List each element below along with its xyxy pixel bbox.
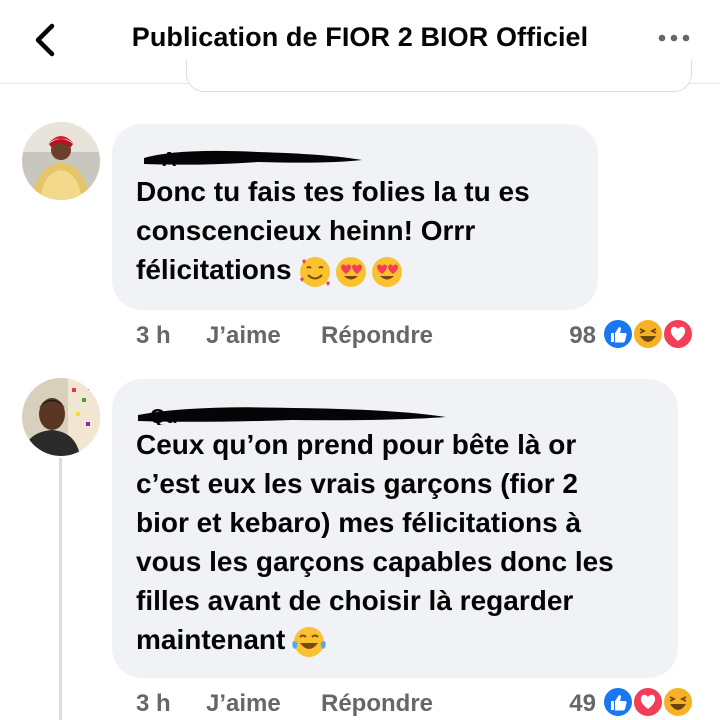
- avatar-photo: [22, 122, 100, 200]
- author-name-redacted: Qu: [138, 406, 446, 425]
- post-comments-screen: Publication de FIOR 2 BIOR Officiel A Do…: [0, 0, 720, 720]
- avatar-photo: [22, 378, 100, 456]
- heart-eyes-icon: [371, 256, 402, 287]
- emoji-group: [298, 255, 404, 289]
- comment-line-last: maintenant: [136, 620, 614, 659]
- comment-line: bior et kebaro) mes félicitations à: [136, 507, 582, 538]
- smiling-face-with-hearts-icon: [299, 256, 330, 287]
- love-reaction-icon: [632, 686, 664, 718]
- avatar[interactable]: [22, 378, 100, 456]
- comment-line: filles avant de choisir là regarder: [136, 585, 574, 616]
- back-button[interactable]: [28, 20, 64, 60]
- haha-reaction-icon: [632, 318, 664, 350]
- comment-bubble[interactable]: A Donc tu fais tes folies la tu es consc…: [112, 124, 598, 310]
- comment-line: maintenant: [136, 624, 286, 655]
- svg-text:A: A: [162, 149, 176, 170]
- emoji-group: [291, 625, 327, 659]
- comment-meta: 3 h J’aime Répondre: [136, 322, 476, 352]
- like-button[interactable]: J’aime: [206, 690, 281, 718]
- comment-line: félicitations: [136, 254, 292, 285]
- comment-line-last: félicitations: [136, 250, 530, 289]
- heart-eyes-icon: [335, 256, 366, 287]
- comment-text: Donc tu fais tes folies la tu es conscen…: [136, 172, 530, 289]
- page-title: Publication de FIOR 2 BIOR Officiel: [131, 22, 589, 52]
- comment-text: Ceux qu’on prend pour bête là or c’est e…: [136, 425, 614, 659]
- reaction-count[interactable]: 98: [550, 322, 596, 350]
- chevron-left-icon: [35, 23, 55, 57]
- comment-input-edge[interactable]: [186, 60, 692, 92]
- reply-button[interactable]: Répondre: [321, 690, 433, 718]
- like-reaction-icon: [602, 686, 634, 718]
- comment-bubble[interactable]: Qu Ceux qu’on prend pour bête là or c’es…: [112, 379, 678, 678]
- haha-reaction-icon: [662, 686, 694, 718]
- comment-line: Donc tu fais tes folies la tu es: [136, 176, 530, 207]
- comment-line: vous les garçons capables donc les: [136, 546, 614, 577]
- like-button[interactable]: J’aime: [206, 322, 281, 350]
- more-options-button[interactable]: [656, 28, 692, 48]
- comment-line: conscencieux heinn! Orrr: [136, 215, 476, 246]
- love-reaction-icon: [662, 318, 694, 350]
- svg-text:Qu: Qu: [150, 406, 178, 425]
- tears-of-joy-icon: [292, 626, 327, 657]
- comment-line: Ceux qu’on prend pour bête là or: [136, 429, 577, 460]
- comment-line: c’est eux les vrais garçons (fior 2: [136, 468, 578, 499]
- reactions-summary[interactable]: [602, 318, 698, 350]
- more-horizontal-icon: [658, 34, 690, 42]
- author-name-redacted: A: [144, 149, 362, 170]
- thread-line: [59, 458, 62, 720]
- reaction-count[interactable]: 49: [550, 690, 596, 718]
- comment-timestamp: 3 h: [136, 690, 171, 717]
- comment-timestamp: 3 h: [136, 322, 171, 349]
- reply-button[interactable]: Répondre: [321, 322, 433, 350]
- avatar[interactable]: [22, 122, 100, 200]
- like-reaction-icon: [602, 318, 634, 350]
- comment-meta: 3 h J’aime Répondre: [136, 690, 476, 720]
- reactions-summary[interactable]: [602, 686, 698, 718]
